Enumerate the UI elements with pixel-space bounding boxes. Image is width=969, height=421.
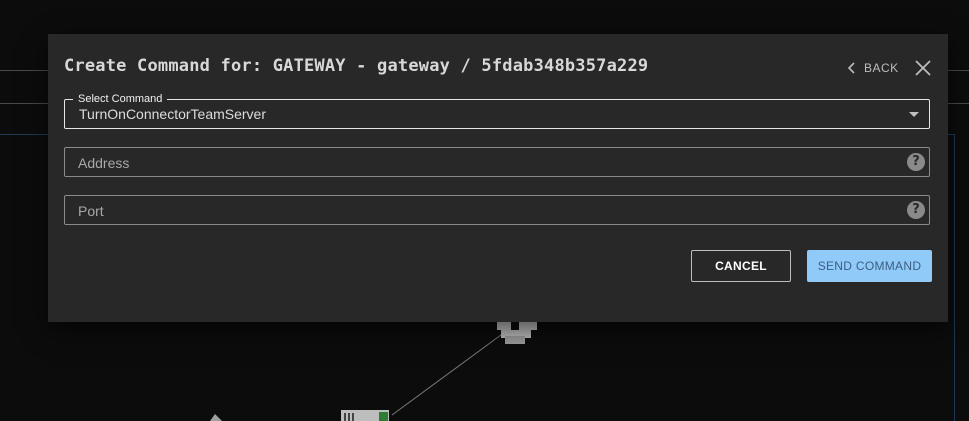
gateway-node-icon[interactable]	[497, 320, 537, 344]
device-node-icon[interactable]	[341, 410, 389, 421]
chevron-left-icon	[848, 62, 855, 74]
address-placeholder: Address	[78, 155, 130, 171]
address-field[interactable]: Address ?	[64, 147, 930, 177]
select-command-value: TurnOnConnectorTeamServer	[79, 106, 267, 122]
back-button-label: BACK	[864, 61, 899, 75]
select-command-label: Select Command	[73, 92, 168, 106]
caret-down-icon[interactable]	[909, 112, 919, 117]
cancel-button[interactable]: CANCEL	[691, 250, 791, 282]
back-button[interactable]: BACK	[848, 59, 899, 77]
app-background: Create Command for: GATEWAY - gateway / …	[0, 0, 969, 421]
close-icon[interactable]	[913, 58, 933, 78]
create-command-dialog: Create Command for: GATEWAY - gateway / …	[48, 34, 948, 322]
node-icon[interactable]	[210, 414, 222, 421]
select-command-dropdown[interactable]: Select Command TurnOnConnectorTeamServer	[64, 92, 930, 129]
send-command-button[interactable]: SEND COMMAND	[807, 250, 932, 282]
help-icon[interactable]: ?	[907, 201, 925, 219]
port-field[interactable]: Port ?	[64, 195, 930, 225]
help-icon[interactable]: ?	[907, 153, 925, 171]
port-placeholder: Port	[78, 203, 104, 219]
dialog-title: Create Command for: GATEWAY - gateway / …	[64, 56, 649, 76]
graph-edge	[391, 331, 506, 416]
